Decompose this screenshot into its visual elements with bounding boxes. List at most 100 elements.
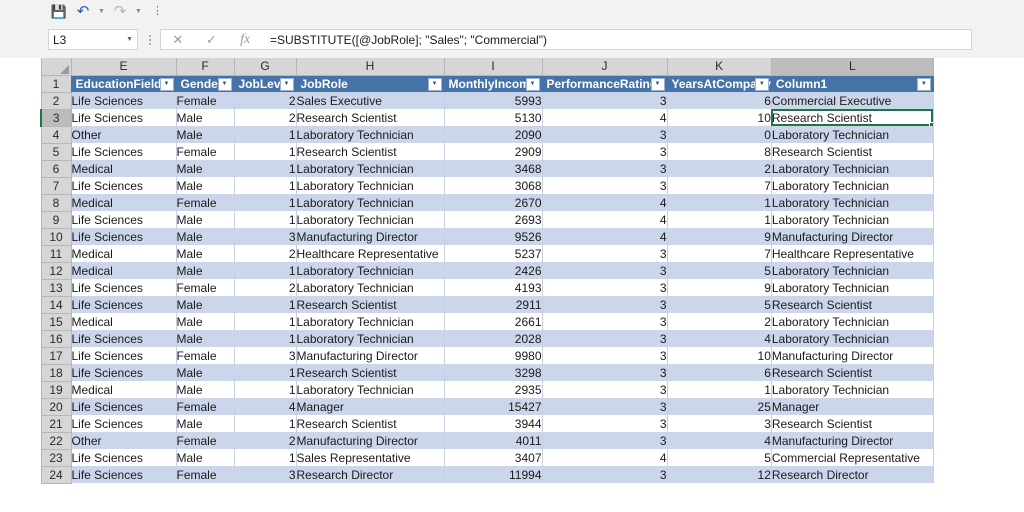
cell-e12[interactable]: Medical bbox=[71, 262, 177, 279]
cell-g4[interactable]: 1 bbox=[234, 126, 297, 143]
undo-dropdown-icon[interactable]: ▼ bbox=[96, 1, 107, 21]
cell-e20[interactable]: Life Sciences bbox=[71, 398, 177, 415]
cell-j19[interactable]: 3 bbox=[542, 381, 668, 398]
cell-k22[interactable]: 4 bbox=[667, 432, 772, 449]
cell-h3[interactable]: Research Scientist bbox=[296, 109, 445, 126]
cell-k6[interactable]: 2 bbox=[667, 160, 772, 177]
cell-l23[interactable]: Commercial Representative bbox=[771, 449, 934, 466]
row-header-2[interactable]: 2 bbox=[40, 92, 72, 110]
cell-f7[interactable]: Male bbox=[176, 177, 235, 194]
row-header-1[interactable]: 1 bbox=[40, 75, 72, 93]
cell-h14[interactable]: Research Scientist bbox=[296, 296, 445, 313]
cell-f15[interactable]: Male bbox=[176, 313, 235, 330]
cell-k23[interactable]: 5 bbox=[667, 449, 772, 466]
filter-dropdown-icon[interactable]: ▼ bbox=[754, 77, 769, 91]
cell-i10[interactable]: 9526 bbox=[444, 228, 543, 245]
cell-i23[interactable]: 3407 bbox=[444, 449, 543, 466]
insert-function-icon[interactable]: fx bbox=[228, 30, 262, 49]
cell-j13[interactable]: 3 bbox=[542, 279, 668, 296]
cell-g20[interactable]: 4 bbox=[234, 398, 297, 415]
cell-f18[interactable]: Male bbox=[176, 364, 235, 381]
cell-i7[interactable]: 3068 bbox=[444, 177, 543, 194]
cell-l5[interactable]: Research Scientist bbox=[771, 143, 934, 160]
cell-g22[interactable]: 2 bbox=[234, 432, 297, 449]
cell-l2[interactable]: Commercial Executive bbox=[771, 92, 934, 109]
cell-l22[interactable]: Manufacturing Director bbox=[771, 432, 934, 449]
row-header-5[interactable]: 5 bbox=[40, 143, 72, 161]
cell-e17[interactable]: Life Sciences bbox=[71, 347, 177, 364]
cell-g5[interactable]: 1 bbox=[234, 143, 297, 160]
cell-f12[interactable]: Male bbox=[176, 262, 235, 279]
cell-k2[interactable]: 6 bbox=[667, 92, 772, 109]
cell-g17[interactable]: 3 bbox=[234, 347, 297, 364]
cell-f14[interactable]: Male bbox=[176, 296, 235, 313]
cell-f4[interactable]: Male bbox=[176, 126, 235, 143]
cell-f10[interactable]: Male bbox=[176, 228, 235, 245]
cell-j11[interactable]: 3 bbox=[542, 245, 668, 262]
table-row[interactable]: 4 Other Male 1 Laboratory Technician 2090 3 0 La… bbox=[40, 126, 934, 144]
table-row[interactable]: 15 Medical Male 1 Laboratory Technician 2661 3… bbox=[40, 313, 934, 331]
cell-h24[interactable]: Research Director bbox=[296, 466, 445, 483]
cell-e13[interactable]: Life Sciences bbox=[71, 279, 177, 296]
column-header-i[interactable]: I bbox=[443, 58, 543, 76]
cell-l16[interactable]: Laboratory Technician bbox=[771, 330, 934, 347]
row-header-6[interactable]: 6 bbox=[40, 160, 72, 178]
cell-e3[interactable]: Life Sciences bbox=[71, 109, 177, 126]
cell-e4[interactable]: Other bbox=[71, 126, 177, 143]
filter-dropdown-icon[interactable]: ▼ bbox=[427, 77, 442, 91]
cell-k16[interactable]: 4 bbox=[667, 330, 772, 347]
cell-f24[interactable]: Female bbox=[176, 466, 235, 483]
cell-j10[interactable]: 4 bbox=[542, 228, 668, 245]
cell-g12[interactable]: 1 bbox=[234, 262, 297, 279]
cell-h13[interactable]: Laboratory Technician bbox=[296, 279, 445, 296]
redo-dropdown-icon[interactable]: ▼ bbox=[133, 1, 144, 21]
cell-j5[interactable]: 3 bbox=[542, 143, 668, 160]
table-header-jobrole[interactable]: JobRole ▼ bbox=[296, 75, 445, 92]
cell-f8[interactable]: Female bbox=[176, 194, 235, 211]
row-header-19[interactable]: 19 bbox=[40, 381, 72, 399]
cell-g13[interactable]: 2 bbox=[234, 279, 297, 296]
table-row[interactable]: 20 Life Sciences Female 4 Manager 15427 3 25 Man… bbox=[40, 398, 934, 416]
filter-dropdown-icon[interactable]: ▼ bbox=[159, 77, 174, 91]
cell-f17[interactable]: Female bbox=[176, 347, 235, 364]
cell-f16[interactable]: Male bbox=[176, 330, 235, 347]
filter-dropdown-icon[interactable]: ▼ bbox=[217, 77, 232, 91]
cell-h18[interactable]: Research Scientist bbox=[296, 364, 445, 381]
cell-h4[interactable]: Laboratory Technician bbox=[296, 126, 445, 143]
cell-g8[interactable]: 1 bbox=[234, 194, 297, 211]
row-header-4[interactable]: 4 bbox=[40, 126, 72, 144]
cell-j17[interactable]: 3 bbox=[542, 347, 668, 364]
cell-g24[interactable]: 3 bbox=[234, 466, 297, 483]
table-row[interactable]: 2 Life Sciences Female 2 Sales Executive 5993… bbox=[40, 92, 934, 110]
cell-e10[interactable]: Life Sciences bbox=[71, 228, 177, 245]
cell-l19[interactable]: Laboratory Technician bbox=[771, 381, 934, 398]
cell-e21[interactable]: Life Sciences bbox=[71, 415, 177, 432]
cell-h23[interactable]: Sales Representative bbox=[296, 449, 445, 466]
cell-i18[interactable]: 3298 bbox=[444, 364, 543, 381]
filter-dropdown-icon[interactable]: ▼ bbox=[916, 77, 931, 91]
table-row[interactable]: 18 Life Sciences Male 1 Research Scientist 32… bbox=[40, 364, 934, 382]
cell-e14[interactable]: Life Sciences bbox=[71, 296, 177, 313]
cell-f3[interactable]: Male bbox=[176, 109, 235, 126]
undo-icon[interactable]: ↶ bbox=[72, 1, 94, 21]
cell-h11[interactable]: Healthcare Representative bbox=[296, 245, 445, 262]
cell-f20[interactable]: Female bbox=[176, 398, 235, 415]
cell-g3[interactable]: 2 bbox=[234, 109, 297, 126]
cell-g19[interactable]: 1 bbox=[234, 381, 297, 398]
cell-l3[interactable]: Research Scientist bbox=[771, 109, 934, 126]
cell-k9[interactable]: 1 bbox=[667, 211, 772, 228]
table-row[interactable]: 16 Life Sciences Male 1 Laboratory Technicia… bbox=[40, 330, 934, 348]
redo-icon[interactable]: ↷ bbox=[109, 1, 131, 21]
cell-k3[interactable]: 10 bbox=[667, 109, 772, 126]
cell-k20[interactable]: 25 bbox=[667, 398, 772, 415]
cell-k10[interactable]: 9 bbox=[667, 228, 772, 245]
table-header-performancerating[interactable]: PerformanceRating ▼ bbox=[542, 75, 668, 92]
cell-i24[interactable]: 11994 bbox=[444, 466, 543, 483]
row-header-16[interactable]: 16 bbox=[40, 330, 72, 348]
row-header-13[interactable]: 13 bbox=[40, 279, 72, 297]
cell-l18[interactable]: Research Scientist bbox=[771, 364, 934, 381]
cell-k24[interactable]: 12 bbox=[667, 466, 772, 483]
cell-i13[interactable]: 4193 bbox=[444, 279, 543, 296]
row-header-3[interactable]: 3 bbox=[40, 109, 72, 127]
column-header-k[interactable]: K bbox=[666, 58, 772, 76]
